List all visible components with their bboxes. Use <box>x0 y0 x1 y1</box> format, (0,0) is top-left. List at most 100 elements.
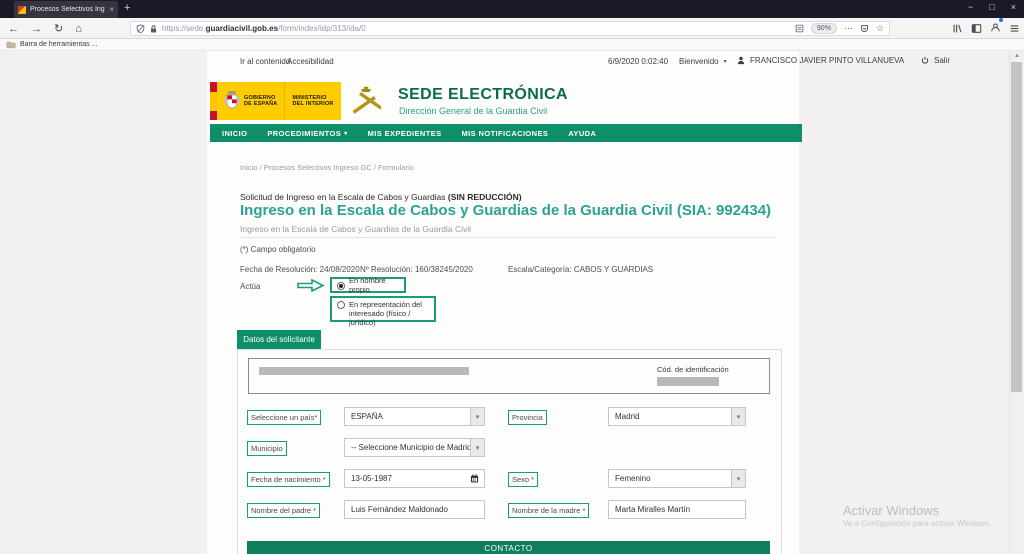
calendar-icon[interactable] <box>470 474 479 483</box>
site-favicon-icon <box>18 5 26 14</box>
power-icon <box>921 56 929 64</box>
nav-mis-expedientes[interactable]: MIS EXPEDIENTES <box>368 129 442 138</box>
mother-name-input[interactable] <box>608 500 746 519</box>
minimize-button[interactable]: − <box>968 2 973 12</box>
chevron-down-icon[interactable]: ▾ <box>470 408 484 425</box>
logout-label: Salir <box>934 56 951 65</box>
sex-select-value: Femenino <box>615 474 651 483</box>
radio-selected-icon[interactable] <box>337 281 345 290</box>
account-icon[interactable] <box>990 17 1003 38</box>
lock-icon[interactable] <box>149 24 158 34</box>
chevron-down-icon[interactable]: ▾ <box>731 470 745 487</box>
scale-value: CABOS Y GUARDIAS <box>573 265 654 274</box>
birthdate-input[interactable]: 13-05-1987 <box>344 469 485 488</box>
tab-title: Procesos Selectivos Ingreso GC <box>30 6 105 13</box>
chevron-down-icon[interactable]: ▾ <box>470 439 484 456</box>
skip-to-content-link[interactable]: Ir al contenido <box>240 57 290 66</box>
url-bar[interactable]: https://sede.guardiacivil.gob.es/form/in… <box>130 21 890 36</box>
home-button[interactable]: ⌂ <box>75 23 82 35</box>
reload-button[interactable]: ↻ <box>54 22 63 35</box>
user-icon <box>737 56 745 65</box>
radio-own-name[interactable]: En nombre propio <box>330 276 406 294</box>
screen: Procesos Selectivos Ingreso GC × + − □ ×… <box>0 0 1024 554</box>
redacted-id-value <box>657 377 719 386</box>
guardia-civil-emblem-icon <box>340 82 391 120</box>
resolution-number-label: Nº Resolución: <box>360 265 413 274</box>
site-subtitle: Dirección General de la Guardia Civil <box>399 106 548 116</box>
page-actions-icon[interactable]: ⋯ <box>844 23 853 34</box>
form-pretitle: Solicitud de Ingreso en la Escala de Cab… <box>240 192 522 202</box>
maximize-button[interactable]: □ <box>989 2 994 12</box>
main-nav: INICIO PROCEDIMIENTOS ▾ MIS EXPEDIENTES … <box>210 124 802 142</box>
back-button[interactable]: ← <box>8 23 19 35</box>
gobierno-logo: GOBIERNO DE ESPAÑA <box>217 82 285 120</box>
nav-mis-notificaciones[interactable]: MIS NOTIFICACIONES <box>462 129 549 138</box>
scrollbar-thumb[interactable] <box>1011 62 1022 392</box>
library-icon[interactable] <box>952 23 963 34</box>
pretitle-bold: (SIN REDUCCIÓN) <box>447 192 522 202</box>
user-name: FRANCISCO JAVIER PINTO VILLANUEVA <box>750 56 905 65</box>
resolution-date: Fecha de Resolución: 24/08/2020 <box>240 265 360 274</box>
sidebar-toggle-icon[interactable] <box>971 23 982 34</box>
divider <box>240 237 775 238</box>
bookmark-star-icon[interactable]: ☆ <box>876 23 884 34</box>
breadcrumb[interactable]: Inicio / Procesos Selectivos Ingreso GC … <box>240 163 414 172</box>
identification-box: Cód. de identificación <box>248 358 770 394</box>
coat-of-arms-icon <box>225 91 239 109</box>
activate-windows-watermark: Activar Windows <box>843 503 940 518</box>
radio-representation-line1: En representación del <box>349 300 422 309</box>
pocket-icon[interactable] <box>860 24 869 34</box>
chevron-down-icon: ▾ <box>344 130 348 137</box>
window-controls: − □ × <box>968 2 1016 12</box>
site-logo[interactable]: GOBIERNO DE ESPAÑA MINISTERIO DEL INTERIOR <box>210 82 391 120</box>
forward-button[interactable]: → <box>31 23 42 35</box>
municipality-label: Municipio <box>247 441 287 456</box>
url-path: /form/index/idp/313/ida/0 <box>278 24 366 33</box>
menu-hamburger-icon[interactable] <box>1009 23 1020 34</box>
logout-button[interactable]: Salir <box>921 56 950 65</box>
new-tab-button[interactable]: + <box>124 2 130 14</box>
page-title: Ingreso en la Escala de Cabos y Guardias… <box>240 202 772 219</box>
chevron-down-icon[interactable]: ▾ <box>731 408 745 425</box>
url-domain: guardiacivil.gob.es <box>205 24 279 33</box>
sex-select[interactable]: Femenino ▾ <box>608 469 746 488</box>
close-window-button[interactable]: × <box>1011 2 1016 12</box>
radio-representation-line2: interesado (físico / jurídico) <box>349 309 411 327</box>
father-name-input[interactable] <box>344 500 485 519</box>
radio-representation[interactable]: En representación del interesado (físico … <box>330 296 436 327</box>
bookmarks-folder-item[interactable]: Barra de herramientas ... <box>20 41 97 48</box>
page-subtitle: Ingreso en la Escala de Cabos y Guardias… <box>240 224 472 234</box>
zoom-level-button[interactable]: 90% <box>810 23 837 34</box>
scrollbar-up-icon[interactable]: ▲ <box>1013 53 1021 60</box>
account-notification-dot <box>999 17 1003 22</box>
activate-windows-watermark-sub: Ve a Configuración para activar Windows. <box>843 519 992 528</box>
province-select[interactable]: Madrid ▾ <box>608 407 746 426</box>
folder-icon <box>6 41 16 48</box>
scale-label: Escala/Categoría: <box>508 265 572 274</box>
nav-procedimientos[interactable]: PROCEDIMIENTOS ▾ <box>267 129 347 138</box>
nav-procedimientos-label: PROCEDIMIENTOS <box>267 128 342 138</box>
welcome-menu[interactable]: Bienvenido ▾ <box>679 57 727 66</box>
ministry-line2: DEL INTERIOR <box>292 101 334 107</box>
browser-tab[interactable]: Procesos Selectivos Ingreso GC × <box>14 1 118 18</box>
tab-close-icon[interactable]: × <box>109 5 114 14</box>
permissions-shield-icon[interactable] <box>136 23 145 34</box>
contacto-section-header: CONTACTO <box>247 541 770 554</box>
tab-datos-solicitante[interactable]: Datos del solicitante <box>237 330 321 349</box>
radio-unselected-icon[interactable] <box>337 301 345 309</box>
municipality-select[interactable]: -- Seleccione Municipio de Madrid ▾ <box>344 438 485 457</box>
gov-line2: DE ESPAÑA <box>244 101 278 107</box>
nav-ayuda[interactable]: AYUDA <box>568 129 596 138</box>
browser-toolbar: ← → ↻ ⌂ https://sede.guardiacivil.gob.es… <box>0 17 1024 39</box>
site-title: SEDE ELECTRÓNICA <box>398 86 568 103</box>
country-select[interactable]: ESPAÑA ▾ <box>344 407 485 426</box>
url-text[interactable]: https://sede.guardiacivil.gob.es/form/in… <box>162 24 791 33</box>
birthdate-value: 13-05-1987 <box>351 474 392 483</box>
accessibility-link[interactable]: Accesibilidad <box>287 57 334 66</box>
spain-flag-icon <box>210 82 217 120</box>
father-name-label: Nombre del padre * <box>247 503 321 518</box>
nav-inicio[interactable]: INICIO <box>222 129 247 138</box>
acts-label: Actúa <box>240 282 261 291</box>
reader-view-icon[interactable] <box>795 24 804 33</box>
session-datetime: 6/9/2020 0:02:40 <box>608 57 669 66</box>
